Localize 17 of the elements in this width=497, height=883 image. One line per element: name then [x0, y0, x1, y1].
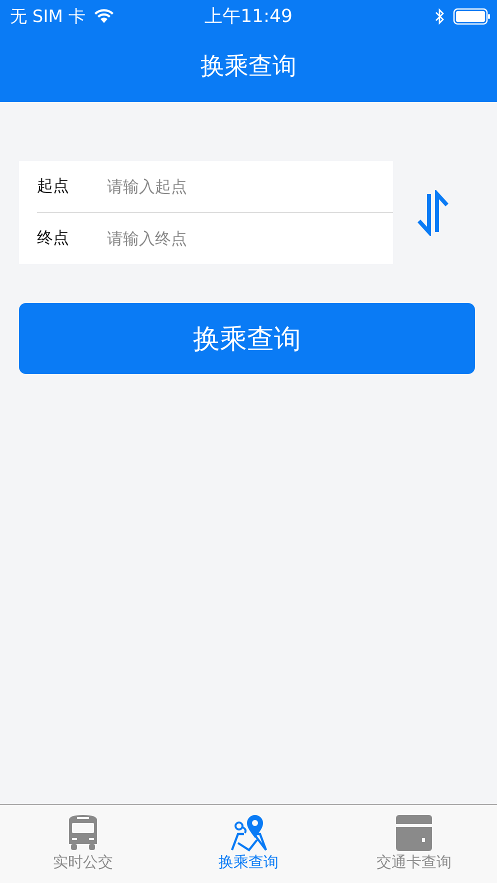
map-pin-icon: [228, 814, 268, 852]
tab[interactable]: 交通卡查询: [331, 805, 497, 883]
page-title: 换乘查询: [200, 51, 296, 82]
wifi-icon: [93, 8, 116, 24]
search-button[interactable]: 换乘查询: [19, 303, 475, 374]
field-label: 起点: [37, 176, 70, 197]
bluetooth-icon: [435, 8, 445, 24]
carrier-label: 无 SIM 卡: [10, 6, 86, 28]
input-field[interactable]: 请输入起点: [107, 177, 393, 196]
battery-icon: [453, 8, 491, 24]
clock: 上午11:49: [204, 5, 292, 28]
tab[interactable]: 换乘查询: [166, 805, 332, 883]
input-field[interactable]: 请输入终点: [107, 229, 393, 248]
swap-icon[interactable]: [416, 190, 450, 236]
card-icon: [394, 814, 434, 852]
tab[interactable]: 实时公交: [0, 805, 166, 883]
field-label: 终点: [37, 228, 70, 249]
